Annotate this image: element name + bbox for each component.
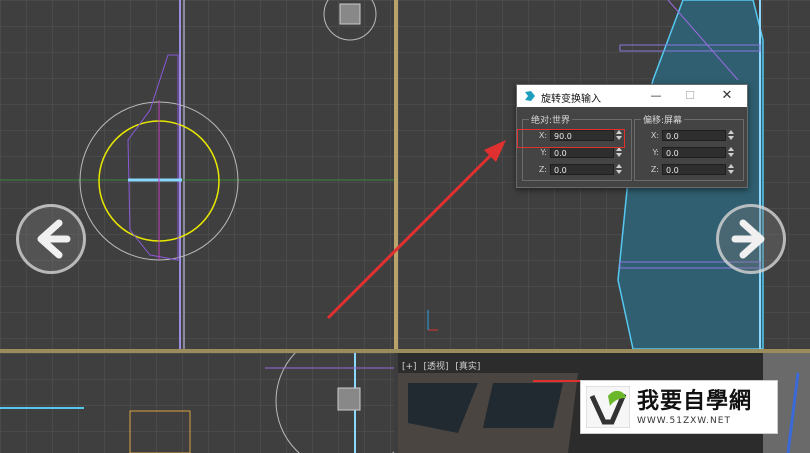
highlight-box <box>517 129 625 148</box>
abs-z-row: Z: 0.0 <box>523 164 631 176</box>
watermark-text: 我要自學網 <box>637 388 753 414</box>
off-z-input[interactable]: 0.0 <box>662 164 726 175</box>
viewport-plus-menu[interactable]: [+] <box>402 362 417 372</box>
dialog-title: 旋转变换输入 <box>541 94 601 105</box>
off-z-label: Z: <box>650 165 659 174</box>
arrow-left-icon <box>37 219 71 259</box>
watermark-url: WWW.51ZXW.NET <box>637 416 731 426</box>
off-y-row: Y: 0.0 <box>635 147 743 159</box>
top-view-geometry <box>0 0 394 349</box>
maximize-button[interactable]: ☐ <box>679 88 701 104</box>
arrow-right-icon <box>731 219 765 259</box>
abs-z-spinner[interactable] <box>615 164 623 175</box>
abs-y-input[interactable]: 0.0 <box>550 147 614 158</box>
abs-y-spinner[interactable] <box>615 147 623 158</box>
off-x-label: X: <box>650 131 659 140</box>
offset-screen-group: X: 0.0 Y: 0.0 Z: 0.0 <box>634 119 744 181</box>
off-x-row: X: 0.0 <box>635 130 743 142</box>
next-arrow-button[interactable] <box>716 204 786 274</box>
dialog-titlebar[interactable]: 旋转变换输入 — ☐ ✕ <box>517 85 747 107</box>
viewport-label[interactable]: [+] [透视] [真实] <box>402 359 484 372</box>
app-3dsmax-icon <box>525 91 535 101</box>
prev-arrow-button[interactable] <box>16 204 86 274</box>
watermark-logo: 我要自學網 WWW.51ZXW.NET <box>580 380 778 434</box>
off-x-spinner[interactable] <box>727 130 735 141</box>
off-z-row: Z: 0.0 <box>635 164 743 176</box>
viewport-shading-menu[interactable]: [真实] <box>455 362 480 372</box>
left-view-geometry <box>0 353 394 453</box>
off-x-input[interactable]: 0.0 <box>662 130 726 141</box>
abs-y-label: Y: <box>540 148 547 157</box>
offset-group-label: 偏移:屏幕 <box>641 113 685 126</box>
minimize-button[interactable]: — <box>645 88 667 104</box>
absolute-group-label: 绝对:世界 <box>529 113 573 126</box>
off-y-label: Y: <box>652 148 659 157</box>
viewport-top[interactable] <box>0 0 394 349</box>
viewport-view-menu[interactable]: [透视] <box>423 362 448 372</box>
watermark-v-icon <box>586 386 630 428</box>
off-y-spinner[interactable] <box>727 147 735 158</box>
close-button[interactable]: ✕ <box>716 88 738 104</box>
viewport-left[interactable] <box>0 353 394 453</box>
abs-z-label: Z: <box>538 165 547 174</box>
abs-z-input[interactable]: 0.0 <box>550 164 614 175</box>
off-y-input[interactable]: 0.0 <box>662 147 726 158</box>
off-z-spinner[interactable] <box>727 164 735 175</box>
abs-y-row: Y: 0.0 <box>523 147 631 159</box>
